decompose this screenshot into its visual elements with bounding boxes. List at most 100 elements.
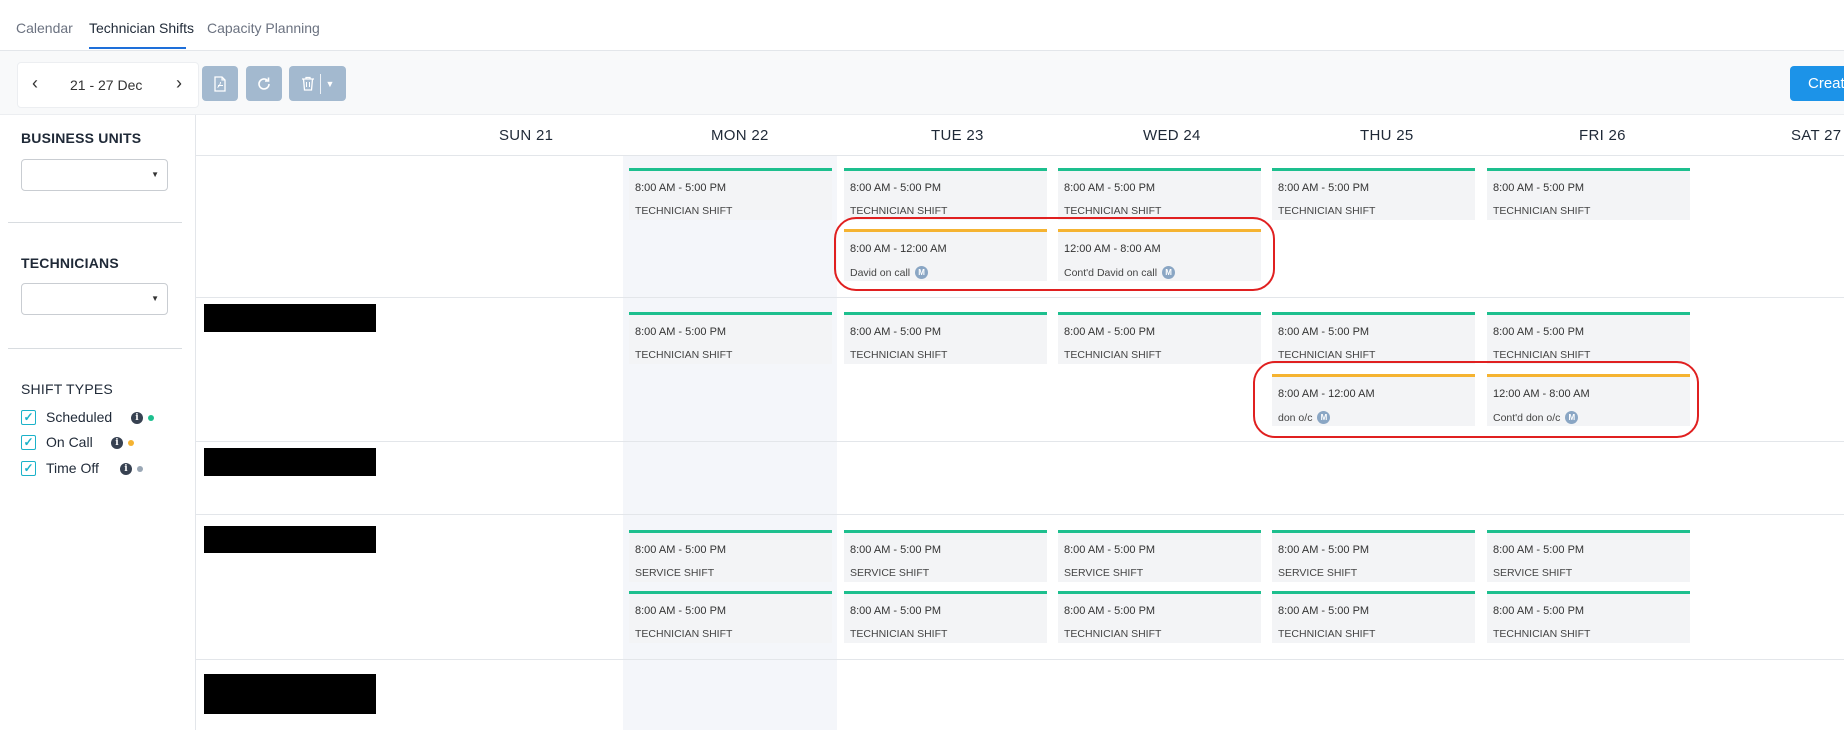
create-button[interactable]: Create bbox=[1790, 66, 1844, 101]
on-call-shift-card[interactable]: 8:00 AM - 12:00 AM don o/c M bbox=[1272, 374, 1475, 426]
shift-time: 8:00 AM - 5:00 PM bbox=[635, 605, 727, 617]
shift-time: 8:00 AM - 5:00 PM bbox=[1064, 605, 1156, 617]
shift-label: TECHNICIAN SHIFT bbox=[1278, 205, 1376, 217]
shift-time: 8:00 AM - 5:00 PM bbox=[1064, 182, 1156, 194]
tab-bar: Calendar Technician Shifts Capacity Plan… bbox=[0, 0, 1844, 51]
day-header-sun: SUN 21 bbox=[499, 127, 554, 144]
shift-type-color-bar bbox=[629, 168, 832, 171]
shift-type-color-bar bbox=[844, 591, 1047, 594]
shift-time: 8:00 AM - 5:00 PM bbox=[1493, 182, 1585, 194]
shift-label: TECHNICIAN SHIFT bbox=[1064, 205, 1162, 217]
shift-label: TECHNICIAN SHIFT bbox=[850, 628, 948, 640]
shift-type-color-bar bbox=[844, 229, 1047, 232]
info-icon[interactable]: i bbox=[111, 437, 123, 449]
shift-label: TECHNICIAN SHIFT bbox=[1064, 628, 1162, 640]
member-badge: M bbox=[1162, 266, 1176, 279]
calendar-header: SUN 21 MON 22 TUE 23 WED 24 THU 25 FRI 2… bbox=[196, 115, 1844, 156]
chevron-down-icon: ▼ bbox=[325, 78, 335, 89]
chevron-left-icon[interactable]: ‹ bbox=[32, 73, 38, 93]
shift-time: 8:00 AM - 5:00 PM bbox=[1064, 326, 1156, 338]
refresh-button[interactable] bbox=[246, 66, 282, 101]
chevron-right-icon[interactable]: › bbox=[176, 73, 182, 93]
shift-time: 8:00 AM - 5:00 PM bbox=[1493, 544, 1585, 556]
shift-type-color-bar bbox=[1272, 312, 1475, 315]
shift-card[interactable]: 8:00 AM - 5:00 PM TECHNICIAN SHIFT bbox=[1487, 168, 1690, 220]
business-units-title: BUSINESS UNITS bbox=[21, 130, 142, 146]
trash-icon bbox=[301, 76, 314, 91]
tab-capacity-planning[interactable]: Capacity Planning bbox=[207, 20, 320, 36]
tab-calendar[interactable]: Calendar bbox=[16, 20, 73, 36]
shift-types-title: SHIFT TYPES bbox=[21, 381, 113, 397]
shift-card[interactable]: 8:00 AM - 5:00 PM TECHNICIAN SHIFT bbox=[629, 168, 832, 220]
info-icon[interactable]: i bbox=[120, 463, 132, 475]
shift-time: 12:00 AM - 8:00 AM bbox=[1493, 388, 1590, 400]
shift-type-color-bar bbox=[1487, 374, 1690, 377]
on-call-shift-card[interactable]: 12:00 AM - 8:00 AM Cont'd David on call M bbox=[1058, 229, 1261, 281]
shift-type-color-bar bbox=[1487, 168, 1690, 171]
shift-card[interactable]: 8:00 AM - 5:00 PM TECHNICIAN SHIFT bbox=[629, 312, 832, 364]
shift-card[interactable]: 8:00 AM - 5:00 PM TECHNICIAN SHIFT bbox=[1272, 591, 1475, 643]
shift-type-scheduled: ✓ Scheduled bbox=[21, 407, 112, 427]
date-range-label: 21 - 27 Dec bbox=[70, 77, 143, 93]
shift-card[interactable]: 8:00 AM - 5:00 PM TECHNICIAN SHIFT bbox=[629, 591, 832, 643]
day-header-tue: TUE 23 bbox=[931, 127, 984, 144]
shift-type-color-bar bbox=[1272, 530, 1475, 533]
export-pdf-button[interactable] bbox=[202, 66, 238, 101]
tab-technician-shifts[interactable]: Technician Shifts bbox=[89, 20, 194, 36]
day-header-thu: THU 25 bbox=[1360, 127, 1414, 144]
shift-card[interactable]: 8:00 AM - 5:00 PM SERVICE SHIFT bbox=[1487, 530, 1690, 582]
scheduled-checkbox[interactable]: ✓ bbox=[21, 409, 36, 425]
shift-card[interactable]: 8:00 AM - 5:00 PM TECHNICIAN SHIFT bbox=[1272, 312, 1475, 364]
member-badge: M bbox=[915, 266, 929, 279]
shift-card[interactable]: 8:00 AM - 5:00 PM TECHNICIAN SHIFT bbox=[1058, 591, 1261, 643]
shift-card[interactable]: 8:00 AM - 5:00 PM TECHNICIAN SHIFT bbox=[1272, 168, 1475, 220]
on-call-checkbox[interactable]: ✓ bbox=[21, 434, 36, 450]
shift-card[interactable]: 8:00 AM - 5:00 PM TECHNICIAN SHIFT bbox=[1487, 312, 1690, 364]
info-icon[interactable]: i bbox=[131, 412, 143, 424]
filter-sidebar: BUSINESS UNITS ▼ TECHNICIANS ▼ SHIFT TYP… bbox=[0, 115, 196, 730]
technicians-title: TECHNICIANS bbox=[21, 255, 119, 271]
time-off-checkbox[interactable]: ✓ bbox=[21, 460, 36, 476]
on-call-shift-card[interactable]: 8:00 AM - 12:00 AM David on call M bbox=[844, 229, 1047, 281]
shift-type-color-bar bbox=[1058, 530, 1261, 533]
technician-name-redacted bbox=[204, 304, 376, 332]
day-header-mon: MON 22 bbox=[711, 127, 769, 144]
shift-time: 8:00 AM - 5:00 PM bbox=[1278, 605, 1370, 617]
shift-card[interactable]: 8:00 AM - 5:00 PM TECHNICIAN SHIFT bbox=[1058, 168, 1261, 220]
shift-label: Cont'd David on call M bbox=[1064, 266, 1176, 279]
shift-time: 8:00 AM - 5:00 PM bbox=[850, 326, 942, 338]
shift-time: 8:00 AM - 12:00 AM bbox=[1278, 388, 1375, 400]
shift-card[interactable]: 8:00 AM - 5:00 PM SERVICE SHIFT bbox=[629, 530, 832, 582]
delete-dropdown-button[interactable]: ▼ bbox=[289, 66, 346, 101]
shift-type-color-bar bbox=[1272, 374, 1475, 377]
shift-card[interactable]: 8:00 AM - 5:00 PM SERVICE SHIFT bbox=[1272, 530, 1475, 582]
caret-down-icon: ▼ bbox=[151, 294, 159, 303]
on-call-shift-card[interactable]: 12:00 AM - 8:00 AM Cont'd don o/c M bbox=[1487, 374, 1690, 426]
shift-card[interactable]: 8:00 AM - 5:00 PM TECHNICIAN SHIFT bbox=[844, 168, 1047, 220]
row-divider bbox=[196, 659, 1844, 660]
shift-label: SERVICE SHIFT bbox=[1278, 567, 1358, 579]
shift-label: TECHNICIAN SHIFT bbox=[1064, 349, 1162, 361]
row-divider bbox=[196, 441, 1844, 442]
shift-label: don o/c M bbox=[1278, 411, 1331, 424]
technicians-select[interactable]: ▼ bbox=[21, 283, 168, 315]
shift-time: 8:00 AM - 5:00 PM bbox=[1493, 326, 1585, 338]
shift-label: TECHNICIAN SHIFT bbox=[635, 628, 733, 640]
shift-label: SERVICE SHIFT bbox=[1493, 567, 1573, 579]
shift-time: 8:00 AM - 5:00 PM bbox=[635, 182, 727, 194]
shift-card[interactable]: 8:00 AM - 5:00 PM TECHNICIAN SHIFT bbox=[844, 312, 1047, 364]
shift-type-color-bar bbox=[629, 530, 832, 533]
shift-label: TECHNICIAN SHIFT bbox=[1278, 349, 1376, 361]
shift-card[interactable]: 8:00 AM - 5:00 PM TECHNICIAN SHIFT bbox=[1058, 312, 1261, 364]
shift-card[interactable]: 8:00 AM - 5:00 PM TECHNICIAN SHIFT bbox=[1487, 591, 1690, 643]
shift-time: 8:00 AM - 5:00 PM bbox=[1278, 326, 1370, 338]
shift-type-color-bar bbox=[1487, 591, 1690, 594]
shift-card[interactable]: 8:00 AM - 5:00 PM SERVICE SHIFT bbox=[844, 530, 1047, 582]
shift-type-color-bar bbox=[1272, 168, 1475, 171]
shift-card[interactable]: 8:00 AM - 5:00 PM SERVICE SHIFT bbox=[1058, 530, 1261, 582]
caret-down-icon: ▼ bbox=[151, 170, 159, 179]
technician-name-redacted bbox=[204, 674, 376, 714]
shift-time: 12:00 AM - 8:00 AM bbox=[1064, 243, 1161, 255]
business-units-select[interactable]: ▼ bbox=[21, 159, 168, 191]
shift-card[interactable]: 8:00 AM - 5:00 PM TECHNICIAN SHIFT bbox=[844, 591, 1047, 643]
